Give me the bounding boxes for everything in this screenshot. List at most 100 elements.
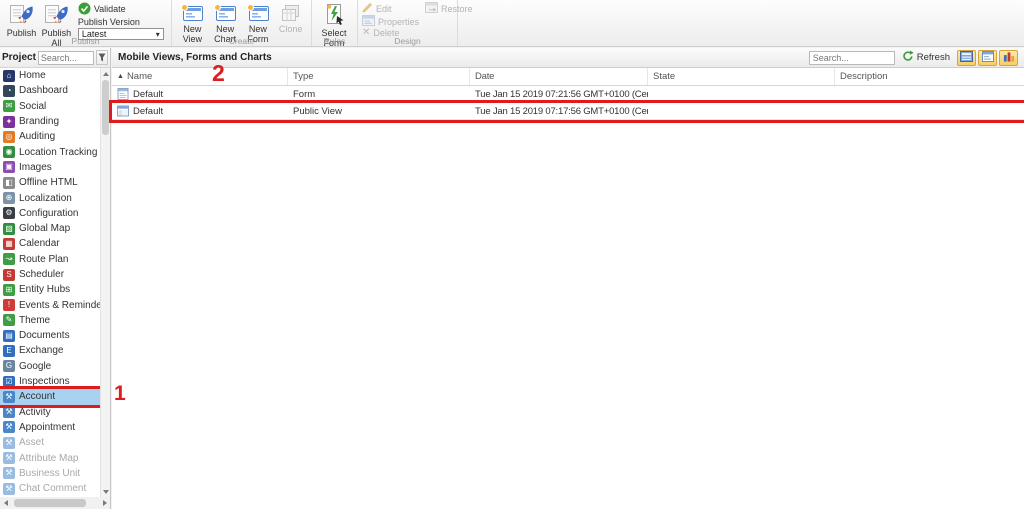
description-cell <box>835 86 1024 102</box>
scroll-right-icon[interactable] <box>100 497 109 509</box>
toggle-charts-button[interactable] <box>999 50 1018 66</box>
annotation-marker-2: 2 <box>212 60 225 87</box>
sidebar-item[interactable]: E Exchange <box>0 343 100 358</box>
sidebar-item[interactable]: ⚙ Configuration <box>0 206 100 221</box>
new-view-icon <box>180 3 204 23</box>
sidebar-item[interactable]: S Scheduler <box>0 267 100 282</box>
row-name-label: Default <box>133 106 163 117</box>
sidebar-item[interactable]: ⌂ Home <box>0 68 100 83</box>
sidebar-item[interactable]: ⚒ Appointment <box>0 420 100 435</box>
sidebar-item[interactable]: ✎ Theme <box>0 313 100 328</box>
project-search-input[interactable] <box>38 51 94 65</box>
views-search-input[interactable] <box>809 51 895 65</box>
sidebar-item-label: Asset <box>19 437 44 448</box>
validate-icon <box>78 2 91 15</box>
toolbar-group-publish: Publish Publish All Validate Publish Ver… <box>0 0 172 46</box>
refresh-button[interactable]: Refresh <box>902 50 950 65</box>
publish-all-button[interactable]: Publish All <box>39 2 74 34</box>
sidebar-item[interactable]: ⚒ Account <box>0 389 100 404</box>
scroll-down-icon[interactable] <box>101 486 111 497</box>
sidebar-item-icon: ! <box>3 299 15 311</box>
table-row[interactable]: Default Form Tue Jan 15 2019 07:21:56 GM… <box>112 86 1024 103</box>
sidebar-item[interactable]: ✉ Social <box>0 99 100 114</box>
toggle-forms-button[interactable] <box>978 50 997 66</box>
sidebar-item[interactable]: ▤ Documents <box>0 328 100 343</box>
sidebar-item-label: Social <box>19 101 46 112</box>
column-header-type[interactable]: Type <box>288 68 470 85</box>
sidebar-item[interactable]: ⊞ Entity Hubs <box>0 282 100 297</box>
vertical-scroll-thumb[interactable] <box>102 80 109 135</box>
sidebar-item[interactable]: ✦ Branding <box>0 114 100 129</box>
sidebar-item-label: Inspections <box>19 376 70 387</box>
publish-button[interactable]: Publish <box>4 2 39 34</box>
sidebar-item[interactable]: ⚒ Business Unit <box>0 466 100 481</box>
sidebar-item[interactable]: ! Events & Reminders <box>0 297 100 312</box>
row-date-label: Tue Jan 15 2019 07:21:56 GMT+0100 (Centr… <box>475 89 648 100</box>
scroll-left-icon[interactable] <box>1 497 10 509</box>
state-cell <box>648 103 835 119</box>
sidebar-item-label: Entity Hubs <box>19 284 70 295</box>
sidebar-item-label: Route Plan <box>19 254 68 265</box>
column-header-date[interactable]: Date <box>470 68 648 85</box>
sidebar-item-icon: ◔ <box>3 85 15 97</box>
new-view-button[interactable]: New View <box>176 2 209 34</box>
sidebar-item-icon: ⚒ <box>3 483 15 495</box>
state-cell <box>648 86 835 102</box>
sidebar-item-icon: S <box>3 269 15 281</box>
sidebar-item-label: Business Unit <box>19 468 80 479</box>
create-group-label: Create <box>172 36 311 46</box>
new-form-button[interactable]: New Form <box>242 2 275 34</box>
select-form-button[interactable]: Select Form <box>316 2 352 34</box>
column-header-description[interactable]: Description <box>835 68 1024 85</box>
project-sidebar-header: Project <box>0 48 110 68</box>
sidebar-item-icon: ⚙ <box>3 207 15 219</box>
scroll-up-icon[interactable] <box>101 68 111 79</box>
sidebar-item[interactable]: ⊕ Localization <box>0 190 100 205</box>
sidebar-horizontal-scrollbar[interactable] <box>0 497 110 509</box>
sidebar-item[interactable]: ◎ Auditing <box>0 129 100 144</box>
publish-icon <box>8 3 34 27</box>
restore-button[interactable]: Restore <box>425 2 473 15</box>
clone-button[interactable]: Clone <box>274 2 307 34</box>
sidebar-item[interactable]: ▣ Images <box>0 160 100 175</box>
column-header-name[interactable]: ▲ Name <box>112 68 288 85</box>
publish-version-label: Publish Version <box>78 17 167 27</box>
project-filter-button[interactable] <box>96 50 108 65</box>
sidebar-item-icon: ⚒ <box>3 467 15 479</box>
table-header-row: ▲ Name Type Date State Description <box>112 68 1024 86</box>
new-form-icon <box>246 3 270 23</box>
sidebar-item[interactable]: ⚒ Attribute Map <box>0 450 100 465</box>
new-chart-icon <box>213 3 237 23</box>
toggle-views-button[interactable] <box>957 50 976 66</box>
horizontal-scroll-track[interactable] <box>10 497 100 509</box>
properties-button[interactable]: Properties <box>362 15 419 28</box>
properties-button-label: Properties <box>378 17 419 27</box>
sidebar-item-label: Documents <box>19 330 70 341</box>
sidebar-item[interactable]: ◧ Offline HTML <box>0 175 100 190</box>
toolbar-empty-space <box>458 0 1024 46</box>
sidebar-item[interactable]: ◔ Dashboard <box>0 83 100 98</box>
sidebar-item[interactable]: ⚒ Asset <box>0 435 100 450</box>
validate-button[interactable]: Validate <box>78 2 167 15</box>
sidebar-item[interactable]: ↝ Route Plan <box>0 252 100 267</box>
horizontal-scroll-thumb[interactable] <box>14 499 86 507</box>
sidebar-item[interactable]: ▧ Global Map <box>0 221 100 236</box>
sidebar-item-label: Configuration <box>19 208 78 219</box>
edit-icon <box>362 2 373 15</box>
new-chart-button[interactable]: New Chart <box>209 2 242 34</box>
column-header-state[interactable]: State <box>648 68 835 85</box>
sidebar-item[interactable]: ☑ Inspections <box>0 374 100 389</box>
sidebar-item-icon: ↝ <box>3 253 15 265</box>
column-header-description-label: Description <box>840 71 888 82</box>
row-date-label: Tue Jan 15 2019 07:17:56 GMT+0100 (Centr… <box>475 106 648 117</box>
sidebar-item-icon: ⚒ <box>3 437 15 449</box>
table-row-selected[interactable]: Default Public View Tue Jan 15 2019 07:1… <box>112 103 1024 120</box>
sidebar-item[interactable]: ⚒ Activity <box>0 405 100 420</box>
sidebar-item[interactable]: ⚒ Chat Comment <box>0 481 100 496</box>
ribbon-toolbar: Publish Publish All Validate Publish Ver… <box>0 0 1024 47</box>
sidebar-item[interactable]: ▦ Calendar <box>0 236 100 251</box>
sidebar-vertical-scrollbar[interactable] <box>100 68 110 497</box>
sidebar-item[interactable]: ◉ Location Tracking <box>0 144 100 159</box>
edit-button[interactable]: Edit <box>362 2 419 15</box>
sidebar-item[interactable]: G Google <box>0 359 100 374</box>
